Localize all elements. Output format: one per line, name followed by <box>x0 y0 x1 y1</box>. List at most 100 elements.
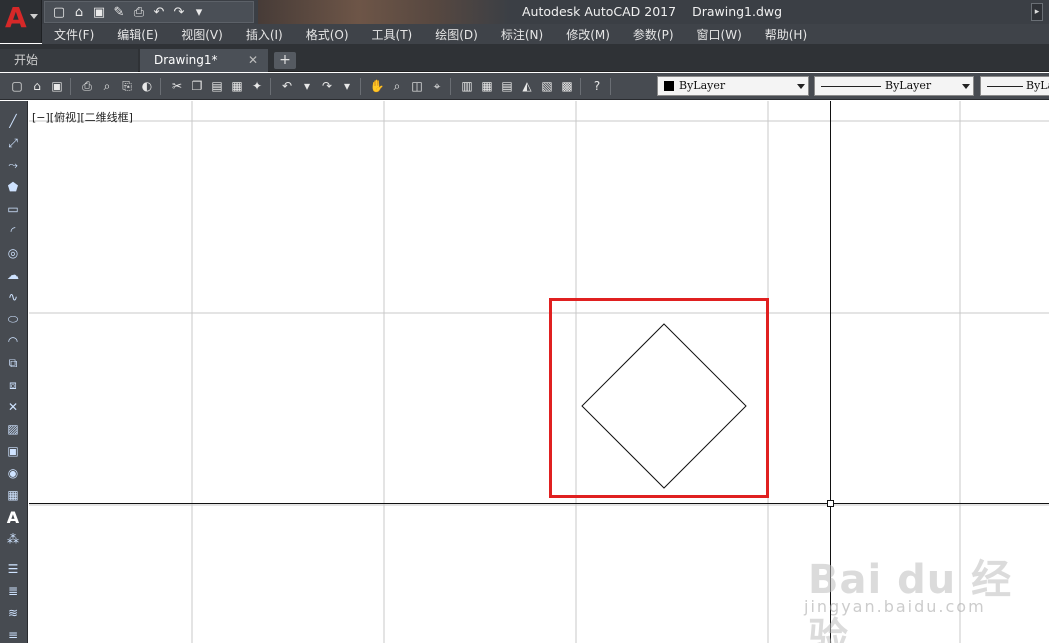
toolbar-separator <box>70 78 71 95</box>
menu-help[interactable]: 帮助(H) <box>765 26 807 43</box>
title-scroll-button[interactable]: ▸ <box>1031 3 1043 21</box>
sheet-set-icon[interactable]: ◭ <box>518 77 536 95</box>
gradient-icon[interactable]: ▣ <box>4 442 22 460</box>
chevron-down-icon <box>30 14 38 19</box>
menu-file[interactable]: 文件(F) <box>54 26 94 43</box>
zoom-window-icon[interactable]: ◫ <box>408 77 426 95</box>
chevron-down-icon[interactable]: ▾ <box>338 77 356 95</box>
toolbar-separator <box>160 78 161 95</box>
plot-icon[interactable]: ⎙ <box>78 77 96 95</box>
qnew-icon[interactable]: ▢ <box>8 77 26 95</box>
3d-print-icon[interactable]: ◐ <box>138 77 156 95</box>
diamond-shape[interactable] <box>581 323 747 489</box>
menu-edit[interactable]: 编辑(E) <box>117 26 158 43</box>
match-properties-icon[interactable]: ▦ <box>228 77 246 95</box>
circle-icon[interactable]: ◎ <box>4 244 22 262</box>
table-icon[interactable]: ▦ <box>4 486 22 504</box>
redo-icon[interactable]: ↷ <box>169 3 189 21</box>
copy-icon[interactable]: ❐ <box>188 77 206 95</box>
saveas-icon[interactable]: ✎ <box>109 3 129 21</box>
customize-icon[interactable]: ▾ <box>189 3 209 21</box>
undo-icon[interactable]: ↶ <box>149 3 169 21</box>
tab-start[interactable]: 开始 <box>0 49 138 72</box>
toolbar-separator <box>610 78 611 95</box>
properties-icon[interactable]: ▥ <box>458 77 476 95</box>
rectangle-icon[interactable]: ▭ <box>4 200 22 218</box>
line-icon[interactable]: ╱ <box>4 112 22 130</box>
lineweight-sample <box>987 86 1023 87</box>
lineweight-dropdown[interactable]: ByLa <box>980 76 1049 96</box>
menu-tools[interactable]: 工具(T) <box>372 26 413 43</box>
menu-bar: 文件(F) 编辑(E) 视图(V) 插入(I) 格式(O) 工具(T) 绘图(D… <box>42 24 1049 44</box>
toolbar-separator <box>360 78 361 95</box>
close-icon[interactable]: ✕ <box>248 49 258 71</box>
hatch-icon[interactable]: ▨ <box>4 420 22 438</box>
plot-preview-icon[interactable]: ⌕ <box>98 77 116 95</box>
redo-icon[interactable]: ↷ <box>318 77 336 95</box>
application-menu-button[interactable]: A <box>0 0 42 43</box>
add-selected-icon[interactable]: ⁂ <box>4 530 22 548</box>
menu-parametric[interactable]: 参数(P) <box>633 26 674 43</box>
open-icon[interactable]: ⌂ <box>69 3 89 21</box>
layer-states-icon[interactable]: ≣ <box>4 582 22 600</box>
revision-cloud-icon[interactable]: ☁ <box>4 266 22 284</box>
menu-view[interactable]: 视图(V) <box>181 26 223 43</box>
menu-dimension[interactable]: 标注(N) <box>501 26 543 43</box>
linetype-dropdown-value: ByLayer <box>885 79 932 92</box>
menu-draw[interactable]: 绘图(D) <box>435 26 478 43</box>
polygon-icon[interactable]: ⬟ <box>4 178 22 196</box>
construction-line-icon[interactable]: ⤢ <box>4 134 22 152</box>
chevron-down-icon[interactable]: ▾ <box>298 77 316 95</box>
block-editor-icon[interactable]: ✦ <box>248 77 266 95</box>
save-icon[interactable]: ▣ <box>48 77 66 95</box>
ellipse-arc-icon[interactable]: ◠ <box>4 332 22 350</box>
multiline-text-icon[interactable]: A <box>4 508 22 527</box>
pickbox <box>827 500 834 507</box>
layer-icon[interactable]: ☰ <box>4 560 22 578</box>
tab-drawing1-label: Drawing1* <box>154 53 218 67</box>
region-icon[interactable]: ◉ <box>4 464 22 482</box>
new-tab-button[interactable]: + <box>274 52 296 69</box>
point-icon[interactable]: ✕ <box>4 398 22 416</box>
undo-icon[interactable]: ↶ <box>278 77 296 95</box>
menu-format[interactable]: 格式(O) <box>306 26 349 43</box>
ellipse-icon[interactable]: ⬭ <box>4 310 22 328</box>
layer-iso-icon[interactable]: ≡ <box>4 626 22 643</box>
toolbar-separator <box>580 78 581 95</box>
new-icon[interactable]: ▢ <box>49 3 69 21</box>
chevron-down-icon <box>962 84 970 89</box>
design-center-icon[interactable]: ▦ <box>478 77 496 95</box>
layer-previous-icon[interactable]: ≋ <box>4 604 22 622</box>
print-icon[interactable]: ⎙ <box>129 3 149 21</box>
app-name: Autodesk AutoCAD 2017 <box>522 4 677 19</box>
viewport-controls[interactable]: [−][俯视][二维线框] <box>32 109 133 125</box>
color-dropdown[interactable]: ByLayer <box>657 76 809 96</box>
menu-insert[interactable]: 插入(I) <box>246 26 283 43</box>
cut-icon[interactable]: ✂ <box>168 77 186 95</box>
help-icon[interactable]: ? <box>588 77 606 95</box>
publish-icon[interactable]: ⎘ <box>118 77 136 95</box>
calculator-icon[interactable]: ▩ <box>558 77 576 95</box>
menu-modify[interactable]: 修改(M) <box>566 26 610 43</box>
toolbar-separator <box>450 78 451 95</box>
menu-window[interactable]: 窗口(W) <box>697 26 742 43</box>
pan-icon[interactable]: ✋ <box>368 77 386 95</box>
insert-block-icon[interactable]: ⧉ <box>4 354 22 372</box>
open-icon[interactable]: ⌂ <box>28 77 46 95</box>
zoom-previous-icon[interactable]: ⌖ <box>428 77 446 95</box>
toolbar-separator <box>270 78 271 95</box>
standard-toolbar: ▢ ⌂ ▣ ⎙ ⌕ ⎘ ◐ ✂ ❐ ▤ ▦ ✦ ↶ ▾ ↷ ▾ ✋ ⌕ ◫ ⌖ … <box>0 73 1049 100</box>
arc-icon[interactable]: ◜ <box>4 222 22 240</box>
markup-icon[interactable]: ▧ <box>538 77 556 95</box>
save-icon[interactable]: ▣ <box>89 3 109 21</box>
polyline-icon[interactable]: ⤳ <box>4 156 22 174</box>
spline-icon[interactable]: ∿ <box>4 288 22 306</box>
file-tab-bar: 开始 Drawing1* ✕ + <box>0 44 1049 72</box>
paste-icon[interactable]: ▤ <box>208 77 226 95</box>
make-block-icon[interactable]: ⧈ <box>4 376 22 394</box>
document-name: Drawing1.dwg <box>692 4 783 19</box>
zoom-realtime-icon[interactable]: ⌕ <box>388 77 406 95</box>
linetype-dropdown[interactable]: ByLayer <box>814 76 974 96</box>
tab-drawing1[interactable]: Drawing1* ✕ <box>140 49 268 72</box>
tool-palettes-icon[interactable]: ▤ <box>498 77 516 95</box>
